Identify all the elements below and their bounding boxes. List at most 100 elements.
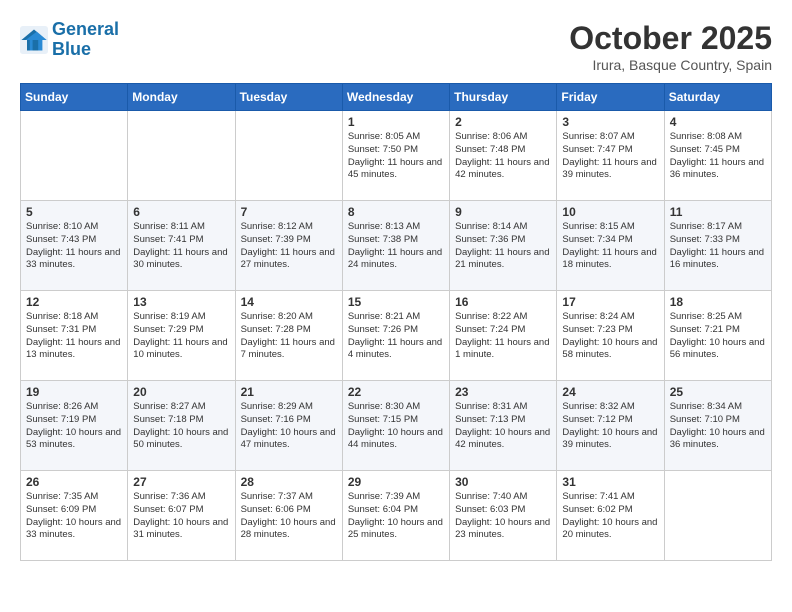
day-content: Sunrise: 8:32 AM Sunset: 7:12 PM Dayligh… [562, 401, 658, 452]
calendar-cell: 29 Sunrise: 7:39 AM Sunset: 6:04 PM Dayli… [342, 471, 449, 561]
day-content: Sunrise: 7:37 AM Sunset: 6:06 PM Dayligh… [241, 491, 337, 542]
day-content: Sunrise: 8:18 AM Sunset: 7:31 PM Dayligh… [26, 311, 122, 362]
day-number: 8 [348, 205, 444, 219]
calendar-cell [21, 111, 128, 201]
calendar-cell: 23 Sunrise: 8:31 AM Sunset: 7:13 PM Dayli… [450, 381, 557, 471]
weekday-header-tuesday: Tuesday [235, 84, 342, 111]
day-number: 14 [241, 295, 337, 309]
day-number: 22 [348, 385, 444, 399]
calendar-cell: 3 Sunrise: 8:07 AM Sunset: 7:47 PM Daylig… [557, 111, 664, 201]
day-content: Sunrise: 8:22 AM Sunset: 7:24 PM Dayligh… [455, 311, 551, 362]
title-block: October 2025 Irura, Basque Country, Spai… [569, 20, 772, 73]
logo-text: General Blue [52, 20, 119, 60]
day-content: Sunrise: 8:25 AM Sunset: 7:21 PM Dayligh… [670, 311, 766, 362]
calendar-cell: 17Sunrise: 8:24 AM Sunset: 7:23 PM Dayli… [557, 291, 664, 381]
day-number: 13 [133, 295, 229, 309]
day-content: Sunrise: 8:31 AM Sunset: 7:13 PM Dayligh… [455, 401, 551, 452]
day-number: 26 [26, 475, 122, 489]
day-number: 23 [455, 385, 551, 399]
day-number: 11 [670, 205, 766, 219]
day-number: 12 [26, 295, 122, 309]
day-content: Sunrise: 8:24 AM Sunset: 7:23 PM Dayligh… [562, 311, 658, 362]
calendar-cell: 6 Sunrise: 8:11 AM Sunset: 7:41 PM Daylig… [128, 201, 235, 291]
day-content: Sunrise: 8:06 AM Sunset: 7:48 PM Dayligh… [455, 131, 551, 182]
calendar-cell: 21 Sunrise: 8:29 AM Sunset: 7:16 PM Dayli… [235, 381, 342, 471]
day-content: Sunrise: 8:30 AM Sunset: 7:15 PM Dayligh… [348, 401, 444, 452]
day-content: Sunrise: 8:11 AM Sunset: 7:41 PM Dayligh… [133, 221, 229, 272]
calendar-cell: 26 Sunrise: 7:35 AM Sunset: 6:09 PM Dayli… [21, 471, 128, 561]
day-content: Sunrise: 8:21 AM Sunset: 7:26 PM Dayligh… [348, 311, 444, 362]
day-number: 7 [241, 205, 337, 219]
day-number: 16 [455, 295, 551, 309]
day-number: 3 [562, 115, 658, 129]
day-content: Sunrise: 8:26 AM Sunset: 7:19 PM Dayligh… [26, 401, 122, 452]
day-content: Sunrise: 7:36 AM Sunset: 6:07 PM Dayligh… [133, 491, 229, 542]
weekday-header-sunday: Sunday [21, 84, 128, 111]
calendar-cell: 15 Sunrise: 8:21 AM Sunset: 7:26 PM Dayli… [342, 291, 449, 381]
day-content: Sunrise: 8:19 AM Sunset: 7:29 PM Dayligh… [133, 311, 229, 362]
calendar-cell: 16 Sunrise: 8:22 AM Sunset: 7:24 PM Dayli… [450, 291, 557, 381]
day-content: Sunrise: 8:17 AM Sunset: 7:33 PM Dayligh… [670, 221, 766, 272]
day-number: 5 [26, 205, 122, 219]
weekday-header-row: SundayMondayTuesdayWednesdayThursdayFrid… [21, 84, 772, 111]
calendar-cell: 30Sunrise: 7:40 AM Sunset: 6:03 PM Dayli… [450, 471, 557, 561]
day-number: 2 [455, 115, 551, 129]
calendar-cell: 2 Sunrise: 8:06 AM Sunset: 7:48 PM Daylig… [450, 111, 557, 201]
calendar-cell: 4 Sunrise: 8:08 AM Sunset: 7:45 PM Daylig… [664, 111, 771, 201]
day-number: 21 [241, 385, 337, 399]
logo-line2: Blue [52, 39, 91, 59]
calendar-cell [235, 111, 342, 201]
day-content: Sunrise: 8:20 AM Sunset: 7:28 PM Dayligh… [241, 311, 337, 362]
logo-line1: General [52, 19, 119, 39]
calendar-cell: 5Sunrise: 8:10 AM Sunset: 7:43 PM Daylig… [21, 201, 128, 291]
day-content: Sunrise: 8:07 AM Sunset: 7:47 PM Dayligh… [562, 131, 658, 182]
day-number: 19 [26, 385, 122, 399]
calendar-cell: 27Sunrise: 7:36 AM Sunset: 6:07 PM Dayli… [128, 471, 235, 561]
calendar-cell: 7 Sunrise: 8:12 AM Sunset: 7:39 PM Daylig… [235, 201, 342, 291]
calendar-cell: 25 Sunrise: 8:34 AM Sunset: 7:10 PM Dayli… [664, 381, 771, 471]
calendar-cell: 18Sunrise: 8:25 AM Sunset: 7:21 PM Dayli… [664, 291, 771, 381]
calendar-table: SundayMondayTuesdayWednesdayThursdayFrid… [20, 83, 772, 561]
weekday-header-friday: Friday [557, 84, 664, 111]
day-number: 15 [348, 295, 444, 309]
day-number: 28 [241, 475, 337, 489]
day-number: 4 [670, 115, 766, 129]
day-number: 25 [670, 385, 766, 399]
calendar-cell: 31 Sunrise: 7:41 AM Sunset: 6:02 PM Dayli… [557, 471, 664, 561]
calendar-cell [128, 111, 235, 201]
calendar-cell: 20Sunrise: 8:27 AM Sunset: 7:18 PM Dayli… [128, 381, 235, 471]
day-number: 6 [133, 205, 229, 219]
calendar-cell: 10 Sunrise: 8:15 AM Sunset: 7:34 PM Dayli… [557, 201, 664, 291]
day-content: Sunrise: 8:05 AM Sunset: 7:50 PM Dayligh… [348, 131, 444, 182]
weekday-header-monday: Monday [128, 84, 235, 111]
calendar-cell: 28 Sunrise: 7:37 AM Sunset: 6:06 PM Dayli… [235, 471, 342, 561]
day-content: Sunrise: 8:14 AM Sunset: 7:36 PM Dayligh… [455, 221, 551, 272]
day-content: Sunrise: 8:13 AM Sunset: 7:38 PM Dayligh… [348, 221, 444, 272]
day-content: Sunrise: 8:29 AM Sunset: 7:16 PM Dayligh… [241, 401, 337, 452]
calendar-cell: 13 Sunrise: 8:19 AM Sunset: 7:29 PM Dayli… [128, 291, 235, 381]
day-content: Sunrise: 8:15 AM Sunset: 7:34 PM Dayligh… [562, 221, 658, 272]
day-content: Sunrise: 8:34 AM Sunset: 7:10 PM Dayligh… [670, 401, 766, 452]
calendar-cell: 11 Sunrise: 8:17 AM Sunset: 7:33 PM Dayli… [664, 201, 771, 291]
logo-icon [20, 26, 48, 54]
weekday-header-saturday: Saturday [664, 84, 771, 111]
weekday-header-wednesday: Wednesday [342, 84, 449, 111]
day-content: Sunrise: 7:35 AM Sunset: 6:09 PM Dayligh… [26, 491, 122, 542]
calendar-cell: 1Sunrise: 8:05 AM Sunset: 7:50 PM Daylig… [342, 111, 449, 201]
page-header: General Blue October 2025 Irura, Basque … [20, 20, 772, 73]
calendar-cell: 9Sunrise: 8:14 AM Sunset: 7:36 PM Daylig… [450, 201, 557, 291]
day-content: Sunrise: 8:08 AM Sunset: 7:45 PM Dayligh… [670, 131, 766, 182]
calendar-cell: 22 Sunrise: 8:30 AM Sunset: 7:15 PM Dayli… [342, 381, 449, 471]
logo: General Blue [20, 20, 119, 60]
day-content: Sunrise: 7:41 AM Sunset: 6:02 PM Dayligh… [562, 491, 658, 542]
day-content: Sunrise: 7:39 AM Sunset: 6:04 PM Dayligh… [348, 491, 444, 542]
calendar-cell: 19 Sunrise: 8:26 AM Sunset: 7:19 PM Dayli… [21, 381, 128, 471]
day-number: 10 [562, 205, 658, 219]
day-content: Sunrise: 8:12 AM Sunset: 7:39 PM Dayligh… [241, 221, 337, 272]
day-content: Sunrise: 7:40 AM Sunset: 6:03 PM Dayligh… [455, 491, 551, 542]
day-number: 29 [348, 475, 444, 489]
week-row-1: 1Sunrise: 8:05 AM Sunset: 7:50 PM Daylig… [21, 111, 772, 201]
week-row-3: 12 Sunrise: 8:18 AM Sunset: 7:31 PM Dayli… [21, 291, 772, 381]
day-number: 20 [133, 385, 229, 399]
day-number: 31 [562, 475, 658, 489]
